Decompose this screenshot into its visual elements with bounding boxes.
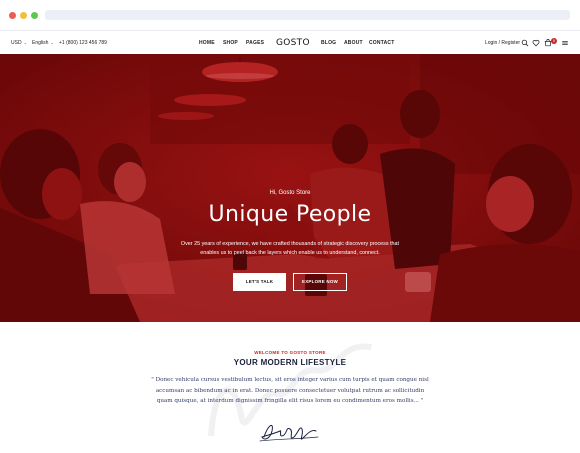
site-header: USD ⌄ English ⌄ +1 (800) 123 456 789 HOME …	[0, 31, 580, 54]
signature-image	[259, 424, 319, 442]
menu-icon[interactable]	[561, 39, 569, 47]
search-icon[interactable]	[521, 39, 529, 47]
chevron-down-icon: ⌄	[23, 40, 27, 45]
hero-description: Over 25 years of experience, we have cra…	[180, 241, 400, 256]
maximize-window-dot[interactable]	[31, 12, 38, 19]
site-logo[interactable]: GOSTO	[276, 38, 310, 48]
phone-number: +1 (800) 123 456 789	[59, 40, 107, 46]
nav-pages[interactable]: PAGES	[246, 40, 264, 46]
hero-background-image	[0, 54, 580, 322]
nav-about[interactable]: ABOUT	[344, 40, 363, 46]
hero-title: Unique People	[208, 202, 372, 227]
hero-banner: Hi, Gosto Store Unique People Over 25 ye…	[0, 54, 580, 322]
close-window-dot[interactable]	[9, 12, 16, 19]
nav-blog[interactable]: BLOG	[321, 40, 336, 46]
browser-chrome	[0, 0, 580, 31]
nav-home[interactable]: HOME	[199, 40, 215, 46]
address-bar[interactable]	[45, 10, 570, 20]
hero-greeting: Hi, Gosto Store	[269, 190, 311, 196]
language-selector[interactable]: English ⌄	[32, 40, 54, 46]
language-label: English	[32, 40, 49, 46]
welcome-quote: " Donec vehicula cursus vestibulum lectu…	[151, 377, 429, 404]
nav-shop[interactable]: SHOP	[223, 40, 238, 46]
heart-icon[interactable]	[532, 39, 540, 47]
currency-selector[interactable]: USD ⌄	[11, 40, 27, 46]
currency-label: USD	[11, 40, 22, 46]
section-title: YOUR MODERN LIFESTYLE	[233, 358, 347, 367]
login-register-link[interactable]: Login / Register	[485, 40, 520, 46]
minimize-window-dot[interactable]	[20, 12, 27, 19]
section-eyebrow: WELCOME TO GOSTO STORE	[254, 350, 326, 355]
lets-talk-button[interactable]: LET'S TALK	[233, 273, 286, 291]
explore-now-button[interactable]: EXPLORE NOW	[293, 273, 347, 291]
welcome-section: WELCOME TO GOSTO STORE YOUR MODERN LIFES…	[0, 322, 580, 453]
cart-count-badge: 0	[551, 38, 557, 44]
chevron-down-icon: ⌄	[50, 40, 54, 45]
nav-contact[interactable]: CONTACT	[369, 40, 394, 46]
